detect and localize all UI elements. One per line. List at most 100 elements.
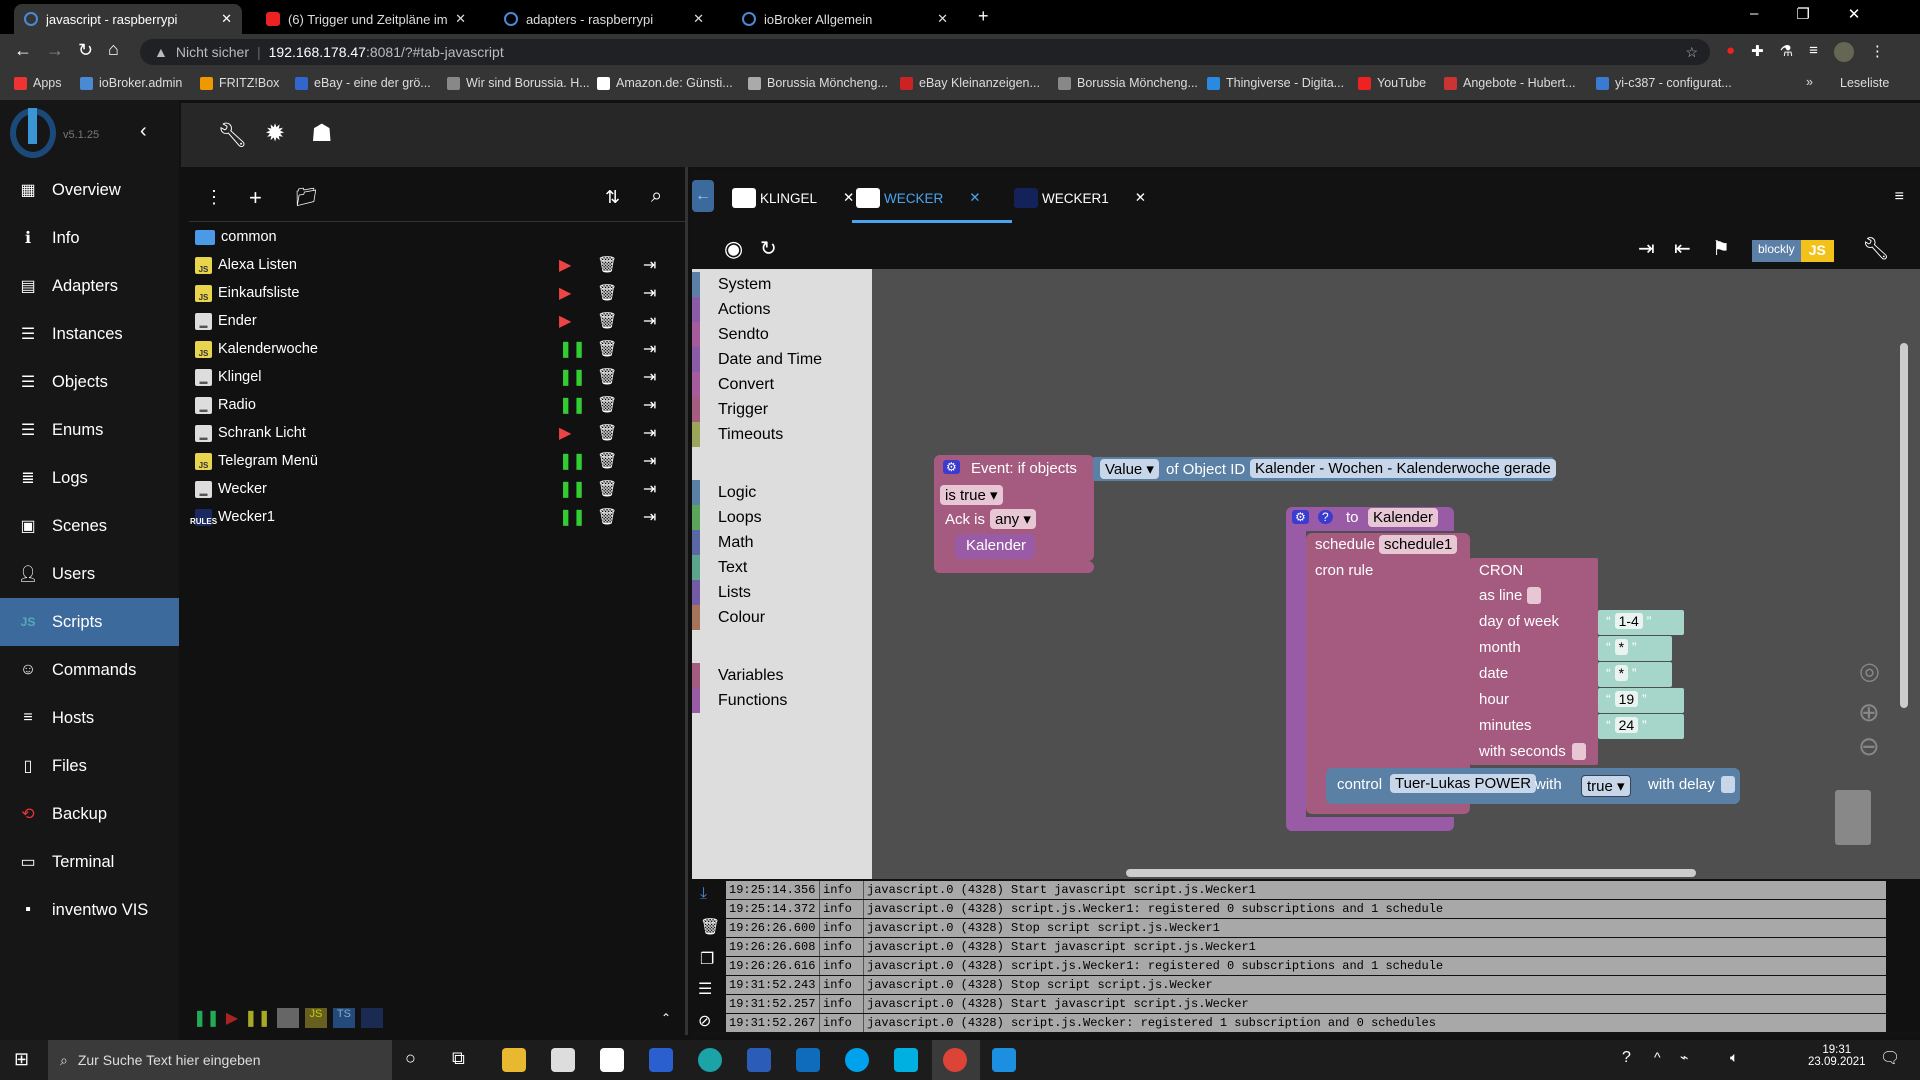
avatar[interactable] [1833,42,1854,62]
amazon-icon[interactable] [600,1048,624,1072]
toolbox-category-convert[interactable]: Convert [692,372,872,397]
bookmark-item[interactable]: Angebote - Hubert... [1444,76,1576,90]
toolbox-category-actions[interactable]: Actions [692,297,872,322]
control-object-field[interactable]: Tuer-Lukas POWER [1390,774,1537,793]
sidebar-item-overview[interactable]: ▦ Overview [0,166,179,214]
menu-icon[interactable]: ⋮ [1870,42,1885,62]
folder-common[interactable]: common [195,223,675,251]
schedule-name-field[interactable]: schedule1 [1379,535,1458,554]
delete-icon[interactable]: 🗑︎ [597,367,617,387]
export-script-icon[interactable]: ⇥ [643,507,656,527]
pause-icon[interactable]: ❚❚ [559,479,586,499]
cortana-icon[interactable]: ○ [405,1048,416,1069]
as-line-checkbox[interactable] [1527,587,1541,604]
collapse-sidebar-icon[interactable]: ‹ [140,120,147,143]
rules-filter-icon[interactable] [360,1008,383,1028]
play-icon[interactable]: ▶ [559,283,571,303]
word-icon[interactable] [747,1048,771,1072]
editor-tab-klingel[interactable]: KLINGEL ✕ [732,178,854,218]
toolbox-category-functions[interactable]: Functions [692,688,872,713]
ack-dropdown[interactable]: any ▾ [990,509,1036,529]
sidebar-item-scenes[interactable]: ▣ Scenes [0,502,179,550]
function-name-field[interactable]: Kalender [1368,508,1439,527]
script-row[interactable]: ▬ Klingel ❚❚ 🗑︎ ⇥ [195,363,675,391]
tab-close-icon[interactable]: ✕ [455,11,466,27]
expert-mode-icon[interactable]: ☗ [311,119,333,148]
bookmark-item[interactable]: yi-c387 - configurat... [1596,76,1732,90]
bookmark-item[interactable]: eBay Kleinanzeigen... [900,76,1040,90]
debug-flag-icon[interactable]: ⚑ [1712,236,1730,261]
explorer-icon[interactable] [502,1048,526,1072]
object-id-field[interactable]: Kalender - Wochen - Kalenderwoche gerade [1250,459,1556,478]
value-dropdown[interactable]: Value ▾ [1100,459,1159,479]
delete-icon[interactable]: 🗑︎ [597,507,617,527]
text-value[interactable]: 24 [1614,717,1639,733]
new-tab-icon[interactable]: + [978,6,989,27]
outlook-icon[interactable] [796,1048,820,1072]
play-icon[interactable]: ▶ [559,311,571,331]
wrench-icon[interactable]: 🔧︎ [217,121,247,150]
sidebar-item-objects[interactable]: ☰ Objects [0,358,179,406]
pause-icon[interactable]: ❚❚ [559,339,586,359]
extension-icon[interactable]: ● [1726,42,1735,62]
reload-icon[interactable]: ↻ [78,40,93,61]
task-view-icon[interactable]: ⧉ [452,1048,465,1069]
text-value[interactable]: * [1614,665,1629,681]
ts-filter[interactable]: TS [332,1008,355,1028]
pause-icon[interactable]: ❚❚ [559,395,586,415]
home-icon[interactable]: ⌂ [108,39,119,60]
play-filter-icon[interactable]: ▶ [226,1008,238,1028]
volume-icon[interactable]: 🔈︎ [1730,1049,1738,1066]
script-row[interactable]: ▬ Ender ▶ 🗑︎ ⇥ [195,307,675,335]
theme-icon[interactable]: ✹ [265,119,285,148]
tab-close-icon[interactable]: ✕ [221,11,232,27]
sidebar-item-scripts[interactable]: JS Scripts [0,598,179,646]
script-row[interactable]: ▬ Radio ❚❚ 🗑︎ ⇥ [195,391,675,419]
sidebar-item-backup[interactable]: ⟲ Backup [0,790,179,838]
clock[interactable]: 19:31 23.09.2021 [1808,1044,1866,1068]
toolbox-category-text[interactable]: Text [692,555,872,580]
app-icon[interactable] [649,1048,673,1072]
minimize-icon[interactable]: – [1750,5,1758,23]
text-block[interactable]: “ * ” [1598,662,1672,687]
play-icon[interactable]: ▶ [559,255,571,275]
script-row[interactable]: JS Telegram Menü ❚❚ 🗑︎ ⇥ [195,447,675,475]
bookmark-item[interactable]: Borussia Möncheng... [1058,76,1198,90]
script-row[interactable]: RULES Wecker1 ❚❚ 🗑︎ ⇥ [190,503,675,531]
help-icon[interactable]: ? [1318,510,1333,524]
export-script-icon[interactable]: ⇥ [643,283,656,303]
bookmark-star-icon[interactable]: ☆ [1685,44,1698,61]
delete-icon[interactable]: 🗑︎ [597,255,617,275]
script-row[interactable]: ▬ Schrank Licht ▶ 🗑︎ ⇥ [195,419,675,447]
delete-icon[interactable]: 🗑︎ [597,451,617,471]
export-script-icon[interactable]: ⇥ [643,395,656,415]
js-filter[interactable]: JS [304,1008,327,1028]
toolbox-category-lists[interactable]: Lists [692,580,872,605]
network-icon[interactable]: ⌁ [1680,1049,1688,1066]
function-gear-icon[interactable]: ⚙ [1292,510,1309,524]
editor-tab-wecker[interactable]: WECKER ✕ [856,178,981,218]
horizontal-scrollbar[interactable] [1126,869,1696,877]
iobroker-taskbar-icon[interactable] [992,1048,1016,1072]
tab-close-icon[interactable]: ✕ [693,11,704,27]
puzzle-icon[interactable]: ✚ [1751,42,1764,62]
blockly-workspace[interactable]: ⚙ Event: if objects Value ▾ of Object ID… [692,269,1920,879]
toolbox-category-timeouts[interactable]: Timeouts [692,422,872,447]
play-icon[interactable]: ▶ [559,423,571,443]
export-script-icon[interactable]: ⇥ [643,479,656,499]
script-row[interactable]: JS Einkaufsliste ▶ 🗑︎ ⇥ [195,279,675,307]
sidebar-item-hosts[interactable]: ≡ Hosts [0,694,179,742]
export-script-icon[interactable]: ⇥ [643,311,656,331]
gear-icon[interactable]: ⚙ [943,460,960,474]
search-icon[interactable]: ⌕ [651,185,662,208]
pause-icon[interactable]: ❚❚ [559,367,586,387]
center-icon[interactable]: ◎ [1859,657,1880,686]
locate-icon[interactable]: ◉ [724,236,743,262]
delete-icon[interactable]: 🗑︎ [597,395,617,415]
restart-icon[interactable]: ↻ [760,236,777,261]
sidebar-item-info[interactable]: ℹ Info [0,214,179,262]
toolbox-category-colour[interactable]: Colour [692,605,872,630]
sidebar-item-logs[interactable]: ≣ Logs [0,454,179,502]
control-value-dropdown[interactable]: true ▾ [1581,775,1631,797]
log-list-icon[interactable]: ☰ [698,979,712,999]
